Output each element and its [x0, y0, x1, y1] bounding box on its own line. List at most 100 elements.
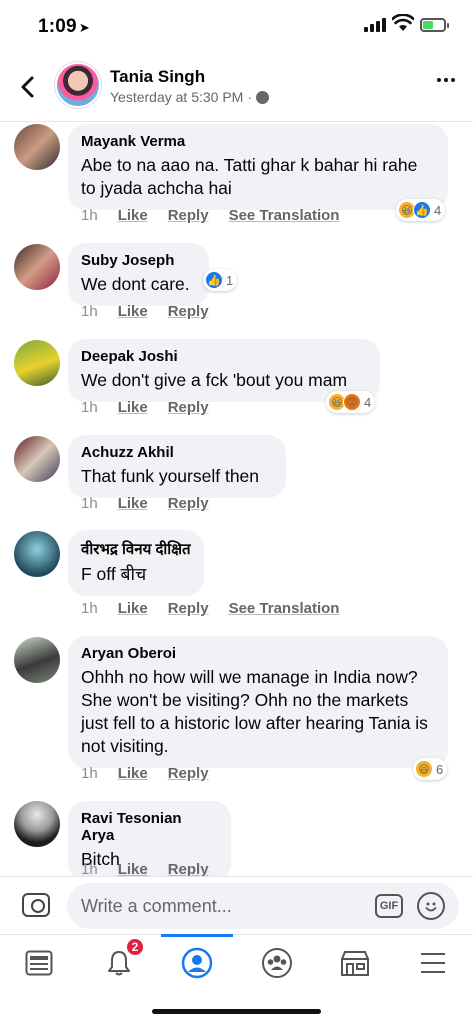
reaction-summary[interactable]: 😆 😡 4 — [326, 391, 376, 413]
tab-notifications[interactable]: 2 — [99, 937, 145, 983]
status-time: 1:09 ➤ — [38, 16, 90, 37]
comment-text: We don't give a fck 'bout you mam — [81, 370, 348, 390]
comment-composer: GIF — [0, 876, 473, 934]
globe-icon — [256, 90, 270, 104]
commenter-name[interactable]: Suby Joseph — [81, 252, 196, 269]
comment-bubble[interactable]: वीरभद्र विनय दीक्षित F off बीच — [68, 530, 204, 596]
see-translation-button[interactable]: See Translation — [229, 600, 340, 617]
comment-input-wrapper: GIF — [67, 883, 459, 929]
like-button[interactable]: Like — [118, 765, 148, 782]
comment-actions: 1h Like Reply — [81, 495, 209, 512]
comment-input[interactable] — [81, 883, 371, 929]
commenter-name[interactable]: Aryan Oberoi — [81, 645, 435, 662]
commenter-avatar[interactable] — [14, 436, 60, 482]
see-translation-button[interactable]: See Translation — [229, 207, 340, 224]
like-button[interactable]: Like — [118, 495, 148, 512]
battery-icon — [420, 18, 449, 32]
comment-actions: 1h Like Reply — [81, 303, 209, 320]
author-name[interactable]: Tania Singh — [110, 67, 205, 87]
like-button[interactable]: Like — [118, 303, 148, 320]
like-button[interactable]: Like — [118, 861, 148, 876]
reply-button[interactable]: Reply — [168, 765, 209, 782]
wifi-icon — [392, 14, 414, 31]
reply-button[interactable]: Reply — [168, 495, 209, 512]
comment-actions: 1h Like Reply See Translation — [81, 207, 339, 224]
home-indicator — [152, 1009, 321, 1014]
tab-menu[interactable] — [413, 943, 453, 983]
comment-bubble[interactable]: Suby Joseph We dont care. — [68, 243, 209, 306]
tab-marketplace[interactable] — [335, 943, 375, 983]
commenter-avatar[interactable] — [14, 340, 60, 386]
reaction-summary[interactable]: 😆 6 — [413, 758, 448, 780]
comment-time: 1h — [81, 495, 98, 512]
like-button[interactable]: Like — [118, 399, 148, 416]
angry-reaction-icon: 😡 — [343, 393, 361, 411]
comment-time: 1h — [81, 765, 98, 782]
camera-icon[interactable] — [22, 893, 50, 917]
marketplace-icon — [341, 951, 369, 976]
active-tab-indicator — [161, 934, 233, 937]
reply-button[interactable]: Reply — [168, 207, 209, 224]
commenter-name[interactable]: Deepak Joshi — [81, 348, 367, 365]
comment-time: 1h — [81, 861, 98, 876]
post-timestamp: Yesterday at 5:30 PM — [110, 89, 244, 105]
like-button[interactable]: Like — [118, 600, 148, 617]
reply-button[interactable]: Reply — [168, 600, 209, 617]
tab-groups[interactable] — [257, 943, 297, 983]
comment-bubble[interactable]: Achuzz Akhil That funk yourself then — [68, 435, 286, 498]
author-avatar[interactable] — [55, 62, 101, 108]
emoji-icon[interactable] — [417, 892, 445, 920]
commenter-avatar[interactable] — [14, 637, 60, 683]
comment-text: Ohhh no how will we manage in India now?… — [81, 667, 428, 756]
commenter-avatar[interactable] — [14, 244, 60, 290]
comment-text: We dont care. — [81, 274, 190, 294]
like-reaction-icon: 👍 — [205, 271, 223, 289]
haha-reaction-icon: 😆 — [415, 760, 433, 778]
hamburger-menu-icon — [421, 953, 445, 973]
reaction-count: 4 — [364, 394, 372, 410]
commenter-name[interactable]: वीरभद्र विनय दीक्षित — [81, 539, 191, 559]
back-arrow-icon[interactable] — [16, 72, 40, 102]
commenter-avatar[interactable] — [14, 801, 60, 847]
tab-news-feed[interactable] — [19, 943, 59, 983]
comment-text: Abe to na aao na. Tatti ghar k bahar hi … — [81, 155, 418, 198]
tab-profile[interactable] — [177, 943, 217, 983]
notification-badge: 2 — [125, 937, 145, 957]
commenter-name[interactable]: Ravi Tesonian Arya — [81, 810, 218, 844]
reaction-summary[interactable]: 👍 1 — [203, 269, 238, 291]
comment-actions: 1h Like Reply See Translation — [81, 600, 339, 617]
news-feed-icon — [25, 950, 53, 976]
commenter-name[interactable]: Mayank Verma — [81, 133, 435, 150]
comment-actions: 1h Like Reply — [81, 765, 209, 782]
location-arrow-icon: ➤ — [78, 20, 90, 35]
like-reaction-icon: 👍 — [413, 201, 431, 219]
more-options-icon[interactable] — [437, 78, 455, 82]
groups-icon — [262, 948, 292, 978]
profile-icon — [181, 947, 213, 979]
comments-list: Mayank Verma Abe to na aao na. Tatti gha… — [0, 123, 473, 876]
status-bar: 1:09 ➤ — [0, 0, 473, 50]
comment-actions: 1h Like Reply — [81, 861, 209, 876]
post-meta: Yesterday at 5:30 PM · — [110, 89, 270, 105]
reply-button[interactable]: Reply — [168, 303, 209, 320]
comment-time: 1h — [81, 399, 98, 416]
gif-icon[interactable]: GIF — [375, 894, 403, 918]
comment-time: 1h — [81, 600, 98, 617]
like-button[interactable]: Like — [118, 207, 148, 224]
comment-bubble[interactable]: Aryan Oberoi Ohhh no how will we manage … — [68, 636, 448, 768]
reaction-count: 6 — [436, 761, 444, 777]
reply-button[interactable]: Reply — [168, 861, 209, 876]
reaction-count: 1 — [226, 272, 234, 288]
reaction-summary[interactable]: 😆 👍 4 — [396, 199, 446, 221]
comment-actions: 1h Like Reply — [81, 399, 209, 416]
commenter-name[interactable]: Achuzz Akhil — [81, 444, 273, 461]
reply-button[interactable]: Reply — [168, 399, 209, 416]
comment-time: 1h — [81, 303, 98, 320]
commenter-avatar[interactable] — [14, 531, 60, 577]
comment-text: That funk yourself then — [81, 466, 260, 486]
commenter-avatar[interactable] — [14, 124, 60, 170]
comment-text: F off बीच — [81, 564, 147, 584]
comment-time: 1h — [81, 207, 98, 224]
comment-bubble[interactable]: Mayank Verma Abe to na aao na. Tatti gha… — [68, 124, 448, 210]
cellular-signal-icon — [364, 18, 386, 32]
